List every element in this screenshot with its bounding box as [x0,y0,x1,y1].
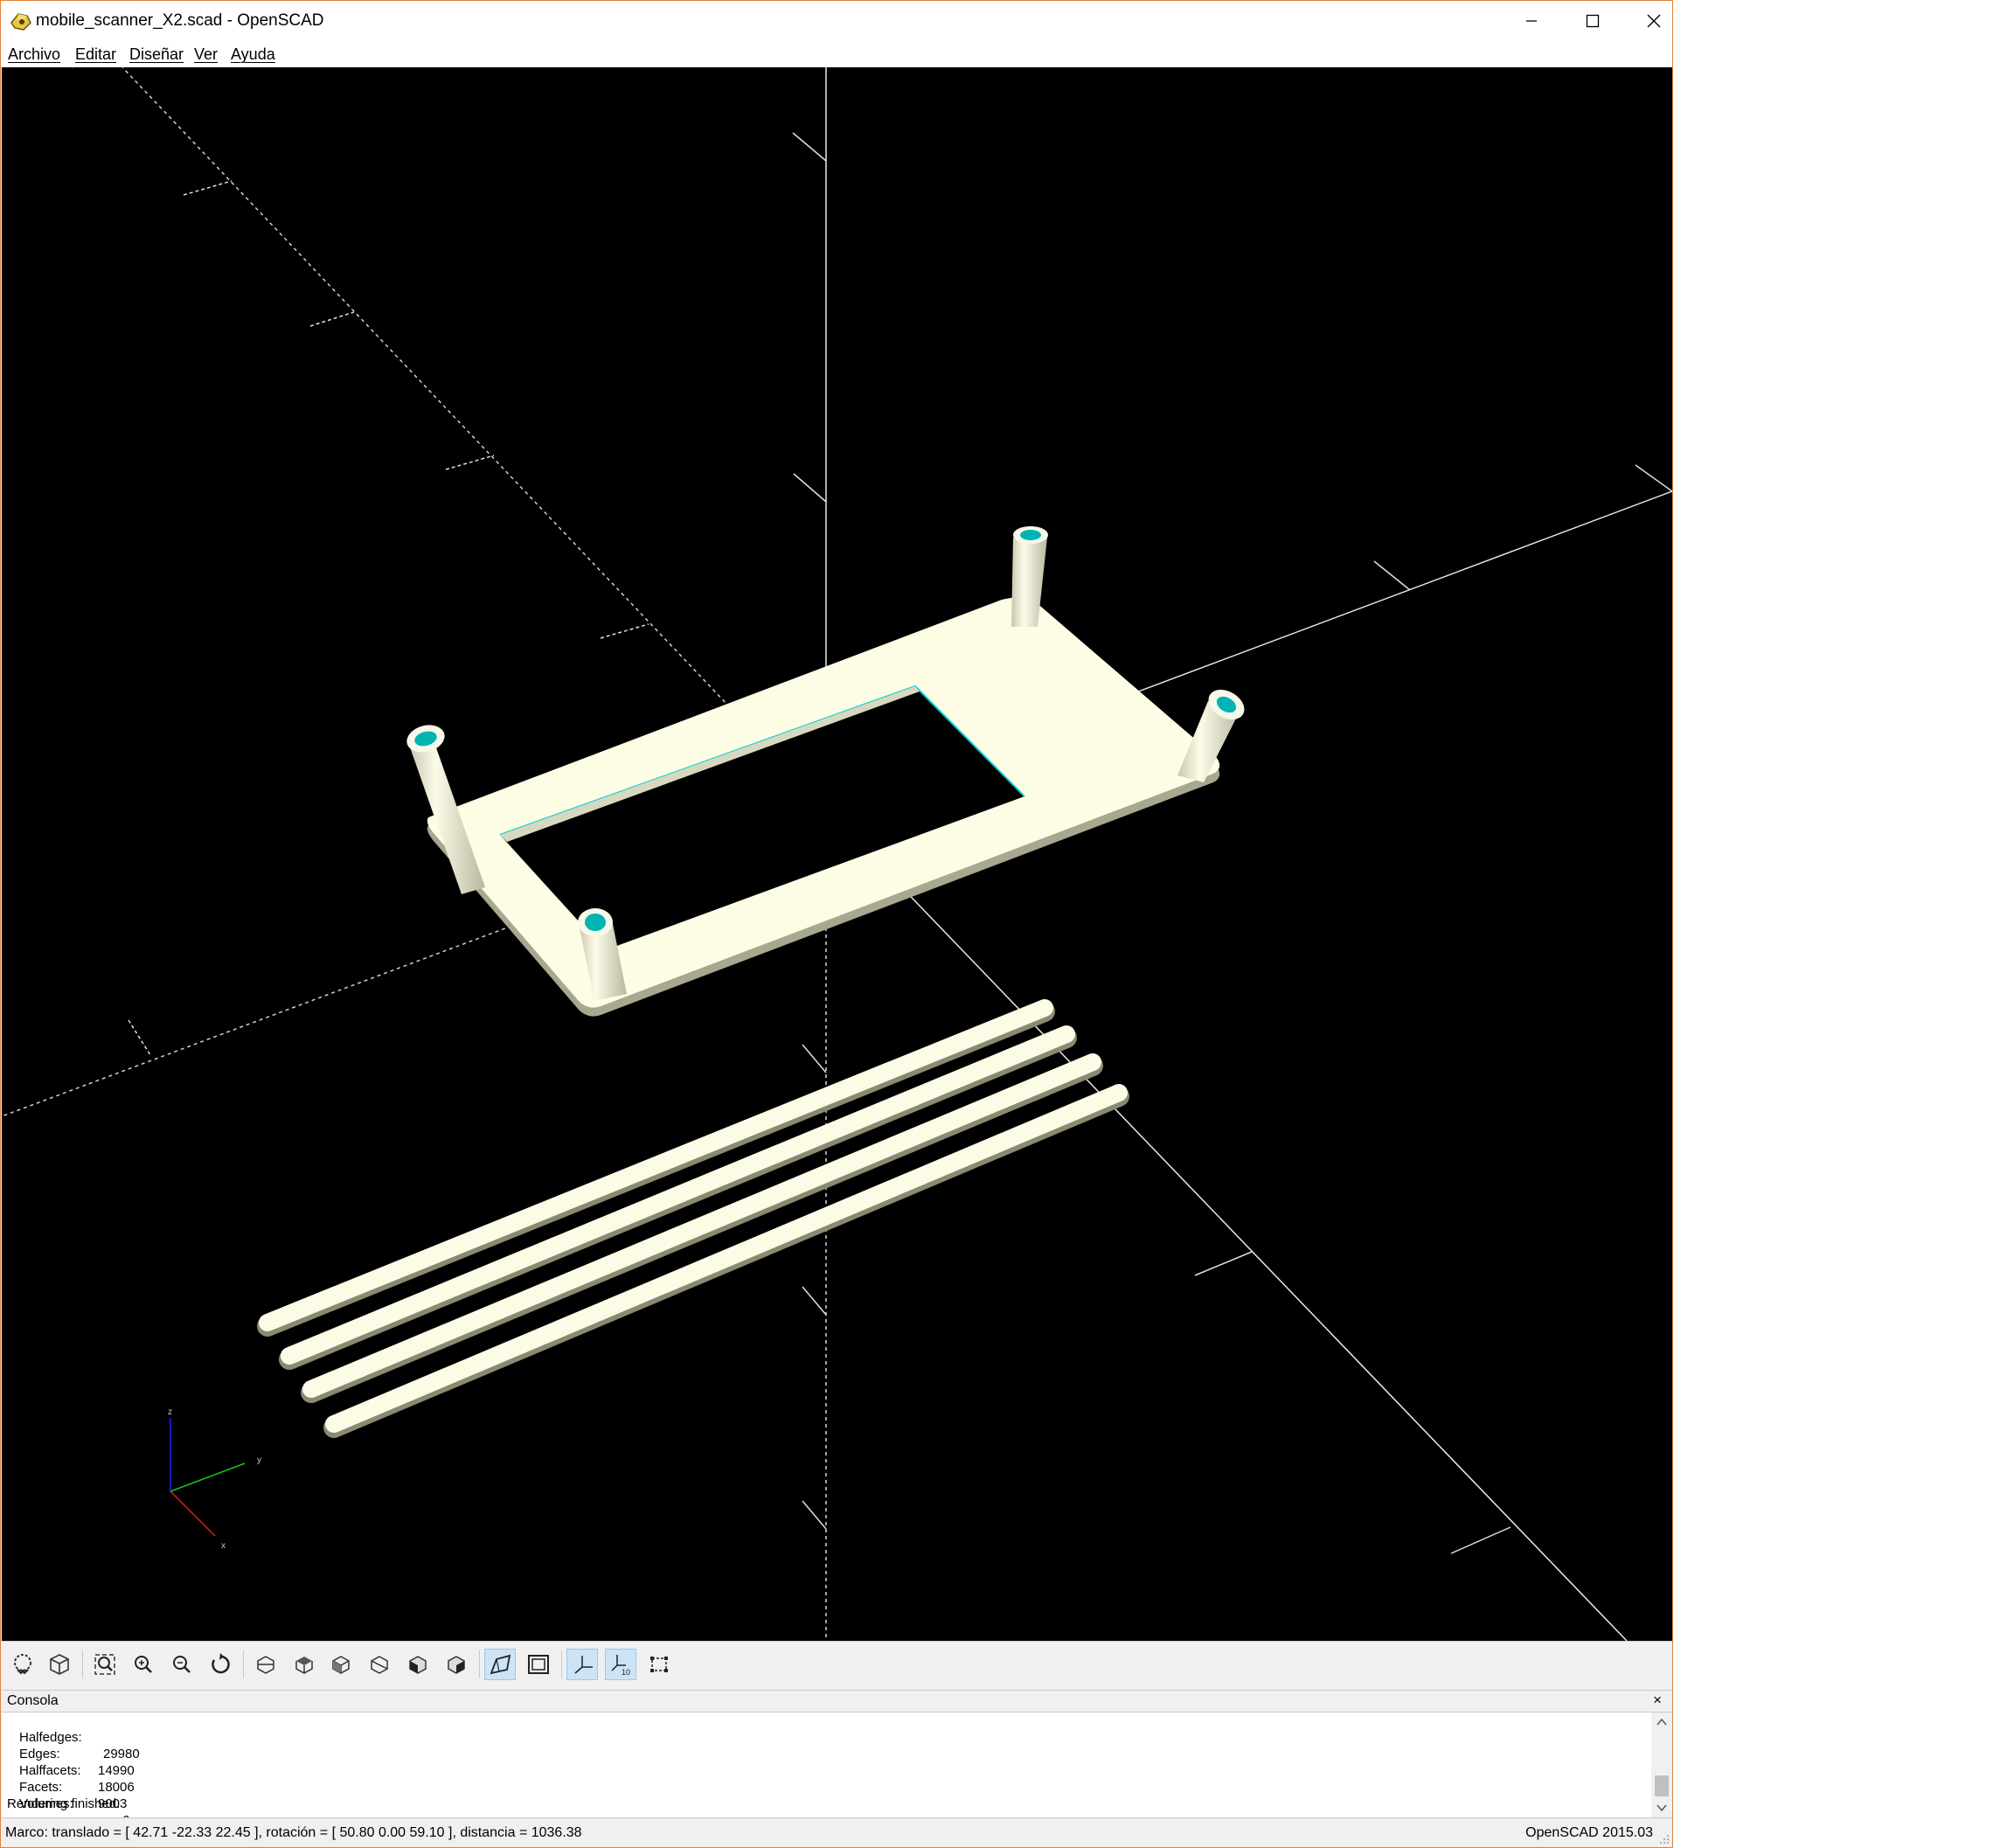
console-line: Facets: 9003 [7,1762,127,1811]
3d-viewport[interactable]: z y x [2,67,1672,1641]
view-front-button[interactable] [402,1649,434,1680]
status-bar: Marco: translado = [ 42.71 -22.33 22.45 … [2,1819,1672,1847]
menu-archivo[interactable]: Archivo [8,45,60,64]
axis-gizmo: z y x [168,1407,261,1551]
console-line-value: 18006 [98,1780,135,1795]
show-scale-markers-icon: 10 [611,1655,630,1677]
console-line: Rendering finished. [7,1796,121,1811]
view-bottom-icon [332,1656,350,1674]
preview-button[interactable] [7,1649,38,1680]
console-title: Consola [7,1693,59,1708]
openscad-window: mobile_scanner_X2.scad - OpenSCAD Archiv… [0,0,1673,1848]
svg-text:10: 10 [622,1668,630,1677]
show-edges-button[interactable] [643,1649,675,1680]
show-axes-button[interactable] [566,1649,598,1680]
view-back-icon [448,1656,465,1674]
console-line: Edges: 14990 [7,1729,135,1778]
console-output[interactable]: Halfedges: 29980 Edges: 14990 Halffacets… [2,1712,1672,1818]
reset-view-button[interactable] [205,1649,236,1680]
view-all-icon [94,1654,115,1675]
menu-disenar[interactable]: Diseñar [129,45,184,64]
view-toolbar: 10 [2,1641,1672,1687]
minimize-icon [1526,20,1537,22]
show-scale-markers-button[interactable]: 10 [605,1649,636,1680]
show-edges-icon [650,1657,668,1672]
view-top-button[interactable] [288,1649,320,1680]
window-title: mobile_scanner_X2.scad - OpenSCAD [36,11,324,30]
view-bottom-button[interactable] [325,1649,357,1680]
console-line-value: 14990 [98,1763,135,1778]
console-line: Halffacets: 18006 [7,1746,135,1795]
perspective-icon [490,1654,511,1675]
close-button[interactable] [1623,1,1684,41]
axis-label-z: z [168,1407,172,1417]
close-icon [1647,14,1661,28]
menu-ver[interactable]: Ver [194,45,218,64]
view-front-icon [409,1656,427,1674]
console-scrollbar-graphic [1655,1718,1669,1812]
zoom-in-icon [135,1656,152,1673]
console-line: Halfedges: 29980 [7,1713,140,1761]
menu-bar: Archivo Editar Diseñar Ver Ayuda [1,41,1672,67]
zoom-out-icon [173,1656,191,1673]
menu-editar[interactable]: Editar [75,45,116,64]
orthogonal-button[interactable] [523,1649,554,1680]
scroll-up-icon [1656,1718,1667,1726]
orthogonal-icon [528,1655,549,1674]
maximize-button[interactable] [1562,1,1623,41]
console-line-value: 29980 [103,1747,140,1761]
console-line-value: 6 [122,1812,129,1817]
zoom-out-button[interactable] [166,1649,198,1680]
perspective-button[interactable] [484,1649,516,1680]
axis-label-x: x [221,1541,226,1551]
resize-grip-icon[interactable] [1658,1833,1670,1845]
console-header: Consola × [2,1690,1672,1712]
console-scrollbar[interactable] [1651,1713,1672,1817]
zoom-in-button[interactable] [128,1649,159,1680]
view-right-icon [257,1656,274,1674]
show-axes-icon [574,1656,593,1674]
minimize-button[interactable] [1501,1,1562,41]
openscad-app-icon [10,13,31,31]
scroll-down-icon [1656,1804,1667,1812]
console-close-button[interactable]: × [1653,1692,1662,1709]
render-button[interactable] [44,1649,75,1680]
preview-icon [14,1654,31,1675]
axis-label-y: y [257,1455,261,1465]
view-left-icon [371,1656,388,1674]
scanner-plate [427,597,1220,1017]
view-all-button[interactable] [89,1649,121,1680]
reset-view-icon [212,1653,230,1674]
menu-ayuda[interactable]: Ayuda [231,45,275,64]
scroll-thumb [1655,1775,1669,1796]
rods [257,999,1129,1438]
version-label: OpenSCAD 2015.03 [1525,1825,1653,1840]
view-left-button[interactable] [364,1649,395,1680]
view-right-button[interactable] [250,1649,281,1680]
maximize-icon [1586,14,1600,28]
viewport-scene: z y x [2,67,1672,1641]
render-icon [50,1654,69,1675]
view-back-button[interactable] [441,1649,472,1680]
title-bar: mobile_scanner_X2.scad - OpenSCAD [1,1,1672,41]
view-top-icon [295,1657,313,1674]
console-line: Volumes: 6 [7,1779,129,1817]
camera-status: Marco: translado = [ 42.71 -22.33 22.45 … [5,1825,582,1840]
